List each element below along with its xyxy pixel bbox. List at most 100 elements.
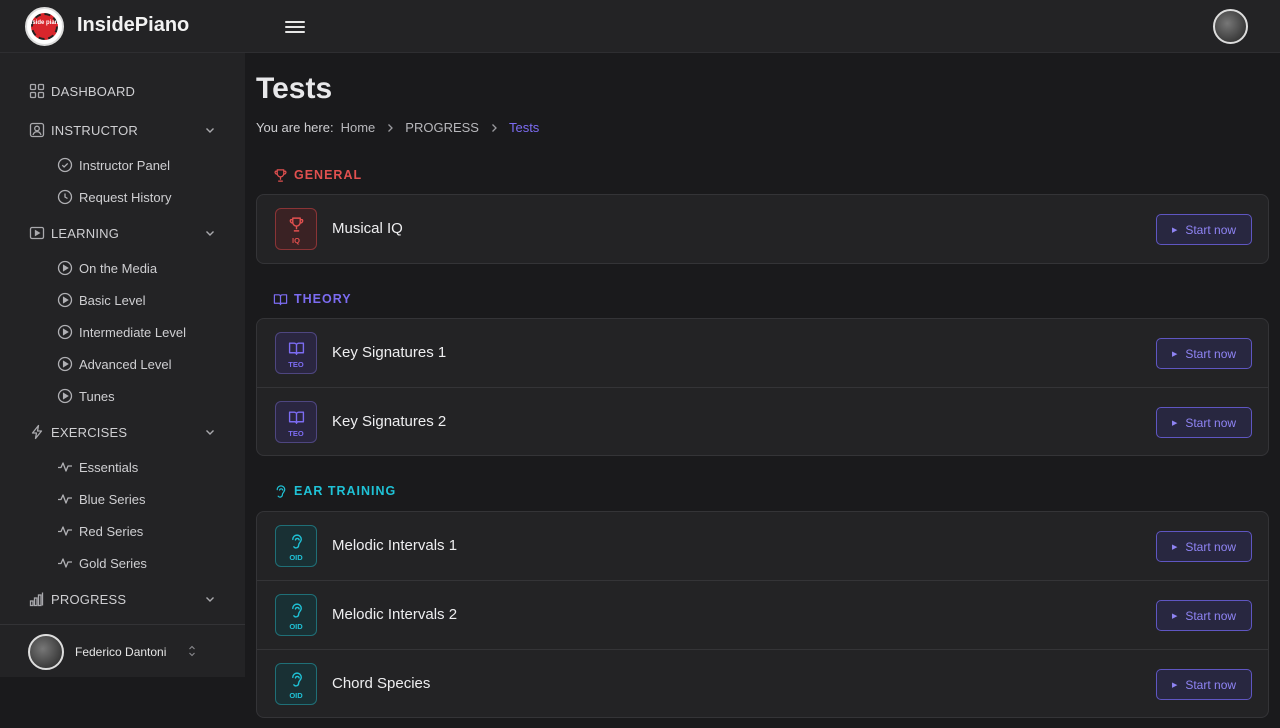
test-card-general: IQ Musical IQ ▶ Start now bbox=[256, 194, 1269, 264]
user-name: Federico Dantoni bbox=[75, 645, 167, 659]
sidebar-section-label: INSTRUCTOR bbox=[51, 123, 138, 138]
chevron-down-icon[interactable] bbox=[203, 123, 217, 137]
breadcrumb-prefix: You are here: bbox=[256, 120, 334, 135]
start-now-button[interactable]: ▶ Start now bbox=[1156, 214, 1252, 245]
ear-icon bbox=[292, 672, 302, 687]
logo-text: inside piano bbox=[27, 20, 63, 26]
book-icon bbox=[288, 411, 305, 425]
sidebar-item-label: Gold Series bbox=[79, 556, 147, 571]
test-badge: OID bbox=[275, 663, 317, 705]
sidebar-item-advanced-level[interactable]: Advanced Level bbox=[0, 351, 245, 377]
pulse-icon bbox=[58, 462, 72, 472]
sidebar-item-label: Request History bbox=[79, 190, 172, 205]
sidebar-section-label: EXERCISES bbox=[51, 425, 128, 440]
sidebar-item-label: Essentials bbox=[79, 460, 139, 475]
pulse-icon bbox=[58, 558, 72, 568]
breadcrumb-home[interactable]: Home bbox=[341, 120, 376, 135]
sidebar-item-label: Instructor Panel bbox=[79, 158, 171, 173]
grid-icon bbox=[29, 83, 45, 99]
sidebar-section-exercises[interactable]: EXERCISES bbox=[0, 417, 245, 447]
list-item: TEO Key Signatures 1 ▶ Start now bbox=[257, 319, 1268, 387]
play-circle-icon bbox=[57, 388, 73, 404]
sidebar-item-red-series[interactable]: Red Series bbox=[0, 518, 245, 544]
top-bar: inside piano InsidePiano bbox=[0, 0, 1280, 53]
test-badge: OID bbox=[275, 525, 317, 567]
chevron-down-icon[interactable] bbox=[203, 226, 217, 240]
sidebar-item-label: Advanced Level bbox=[79, 357, 172, 372]
brand-name: InsidePiano bbox=[77, 14, 190, 36]
start-now-button[interactable]: ▶ Start now bbox=[1156, 338, 1252, 369]
test-badge: IQ bbox=[275, 208, 317, 250]
breadcrumb-progress[interactable]: PROGRESS bbox=[405, 120, 479, 135]
sidebar-item-blue-series[interactable]: Blue Series bbox=[0, 486, 245, 512]
breadcrumb: You are here: Home PROGRESS Tests bbox=[256, 120, 539, 135]
clock-icon bbox=[57, 189, 73, 205]
test-title: Musical IQ bbox=[332, 220, 403, 237]
header-avatar[interactable] bbox=[1213, 9, 1248, 44]
badge-label: IQ bbox=[292, 236, 300, 245]
sidebar-item-essentials[interactable]: Essentials bbox=[0, 454, 245, 480]
button-label: Start now bbox=[1185, 415, 1237, 430]
bar-chart-icon bbox=[29, 592, 44, 607]
sidebar-item-instructor-panel[interactable]: Instructor Panel bbox=[0, 152, 245, 178]
sidebar-item-request-history[interactable]: Request History bbox=[0, 184, 245, 210]
list-item: OID Chord Species ▶ Start now bbox=[257, 649, 1268, 717]
sidebar-item-on-the-media[interactable]: On the Media bbox=[0, 255, 245, 281]
sidebar-section-label: DASHBOARD bbox=[51, 84, 136, 99]
sidebar-item-label: Intermediate Level bbox=[79, 325, 186, 340]
pulse-icon bbox=[58, 494, 72, 504]
start-now-button[interactable]: ▶ Start now bbox=[1156, 600, 1252, 631]
play-icon: ▶ bbox=[1171, 612, 1178, 620]
user-square-icon bbox=[29, 122, 45, 138]
sidebar: DASHBOARD INSTRUCTOR Instructor Panel Re… bbox=[0, 53, 245, 677]
sidebar-item-label: Red Series bbox=[79, 524, 144, 539]
chevron-down-icon[interactable] bbox=[203, 425, 217, 439]
play-icon: ▶ bbox=[1171, 226, 1178, 234]
button-label: Start now bbox=[1185, 608, 1237, 623]
sidebar-section-label: PROGRESS bbox=[51, 592, 127, 607]
start-now-button[interactable]: ▶ Start now bbox=[1156, 407, 1252, 438]
test-title: Melodic Intervals 1 bbox=[332, 537, 458, 554]
menu-toggle-icon[interactable] bbox=[285, 18, 307, 36]
page-title: Tests bbox=[256, 72, 333, 105]
play-circle-icon bbox=[57, 292, 73, 308]
category-header-theory: THEORY bbox=[273, 290, 352, 308]
sidebar-item-intermediate-level[interactable]: Intermediate Level bbox=[0, 319, 245, 345]
button-label: Start now bbox=[1185, 677, 1237, 692]
app-logo[interactable]: inside piano bbox=[25, 7, 64, 46]
play-icon: ▶ bbox=[1171, 350, 1178, 358]
sidebar-item-basic-level[interactable]: Basic Level bbox=[0, 287, 245, 313]
chevron-down-icon[interactable] bbox=[203, 592, 217, 606]
sidebar-section-progress[interactable]: PROGRESS bbox=[0, 584, 245, 614]
start-now-button[interactable]: ▶ Start now bbox=[1156, 531, 1252, 562]
sidebar-item-label: Basic Level bbox=[79, 293, 146, 308]
button-label: Start now bbox=[1185, 222, 1237, 237]
test-title: Key Signatures 2 bbox=[332, 413, 447, 430]
sidebar-item-tunes[interactable]: Tunes bbox=[0, 383, 245, 409]
sidebar-item-label: Blue Series bbox=[79, 492, 146, 507]
chevron-right-icon bbox=[492, 123, 497, 132]
test-card-ear-training: OID Melodic Intervals 1 ▶ Start now OID M… bbox=[256, 511, 1269, 718]
chevron-up-down-icon[interactable] bbox=[186, 644, 198, 658]
sidebar-section-learning[interactable]: LEARNING bbox=[0, 218, 245, 248]
play-icon: ▶ bbox=[1171, 543, 1178, 551]
sidebar-section-dashboard[interactable]: DASHBOARD bbox=[0, 76, 245, 106]
test-badge: TEO bbox=[275, 332, 317, 374]
list-item: TEO Key Signatures 2 ▶ Start now bbox=[257, 387, 1268, 455]
sidebar-item-gold-series[interactable]: Gold Series bbox=[0, 550, 245, 576]
test-title: Chord Species bbox=[332, 675, 431, 692]
list-item: IQ Musical IQ ▶ Start now bbox=[257, 195, 1268, 263]
sidebar-item-label: Tunes bbox=[79, 389, 115, 404]
category-header-ear-training: EAR TRAINING bbox=[273, 482, 396, 500]
play-circle-icon bbox=[57, 260, 73, 276]
sidebar-section-label: LEARNING bbox=[51, 226, 120, 241]
category-label: THEORY bbox=[294, 292, 352, 306]
sidebar-user-footer[interactable]: Federico Dantoni bbox=[0, 624, 245, 677]
pulse-icon bbox=[58, 526, 72, 536]
start-now-button[interactable]: ▶ Start now bbox=[1156, 669, 1252, 700]
badge-label: TEO bbox=[288, 429, 304, 438]
test-title: Key Signatures 1 bbox=[332, 344, 447, 361]
sidebar-section-instructor[interactable]: INSTRUCTOR bbox=[0, 115, 245, 145]
book-icon bbox=[273, 293, 288, 305]
bolt-icon bbox=[31, 424, 43, 440]
